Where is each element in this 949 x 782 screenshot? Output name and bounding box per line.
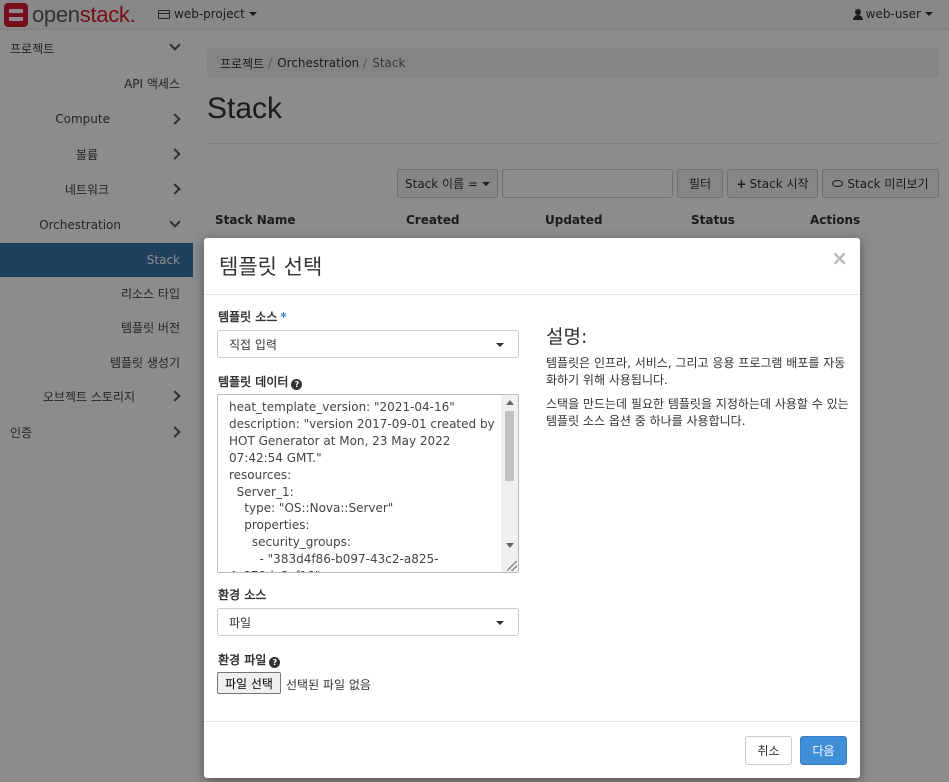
choose-file-button[interactable]: 파일 선택	[217, 672, 281, 694]
select-template-dialog: 템플릿 선택 × 템플릿 소스 * 직접 입력 템플릿 데이터? heat_tem…	[204, 238, 860, 778]
scroll-up-icon[interactable]	[506, 400, 514, 405]
scroll-down-icon[interactable]	[506, 543, 514, 548]
caret-down-icon	[496, 621, 504, 625]
env-file-label: 환경 파일?	[218, 651, 281, 668]
template-data-label: 템플릿 데이터?	[218, 373, 303, 390]
next-button[interactable]: 다음	[800, 736, 847, 765]
description-text: 스택을 만드는데 필요한 템플릿을 지정하는데 사용할 수 있는 템플릿 소스 …	[546, 397, 849, 428]
env-source-select[interactable]: 파일	[217, 608, 519, 636]
textarea-scrollbar[interactable]	[501, 395, 518, 572]
scrollbar-thumb[interactable]	[505, 411, 514, 481]
template-data-textarea[interactable]: heat_template_version: "2021-04-16" desc…	[217, 394, 519, 573]
resize-grip-icon[interactable]	[507, 561, 517, 571]
template-source-select[interactable]: 직접 입력	[217, 330, 519, 358]
modal-footer: 취소 다음	[204, 721, 860, 778]
modal-title: 템플릿 선택	[219, 255, 323, 279]
template-source-label: 템플릿 소스 *	[218, 310, 287, 324]
close-icon[interactable]: ×	[831, 246, 848, 270]
caret-down-icon	[496, 343, 504, 347]
cancel-button[interactable]: 취소	[745, 736, 792, 765]
description-title: 설명:	[546, 326, 588, 348]
help-icon[interactable]: ?	[291, 379, 303, 390]
modal-header: 템플릿 선택 ×	[204, 238, 860, 295]
env-source-label: 환경 소스	[218, 588, 267, 602]
required-icon: *	[280, 310, 287, 324]
template-data-text: heat_template_version: "2021-04-16" desc…	[229, 400, 495, 572]
description-text: 템플릿은 인프라, 서비스, 그리고 응용 프로그램 배포를 자동화하기 위해 …	[546, 356, 846, 387]
help-icon[interactable]: ?	[269, 657, 281, 668]
file-status: 선택된 파일 없음	[286, 678, 371, 692]
